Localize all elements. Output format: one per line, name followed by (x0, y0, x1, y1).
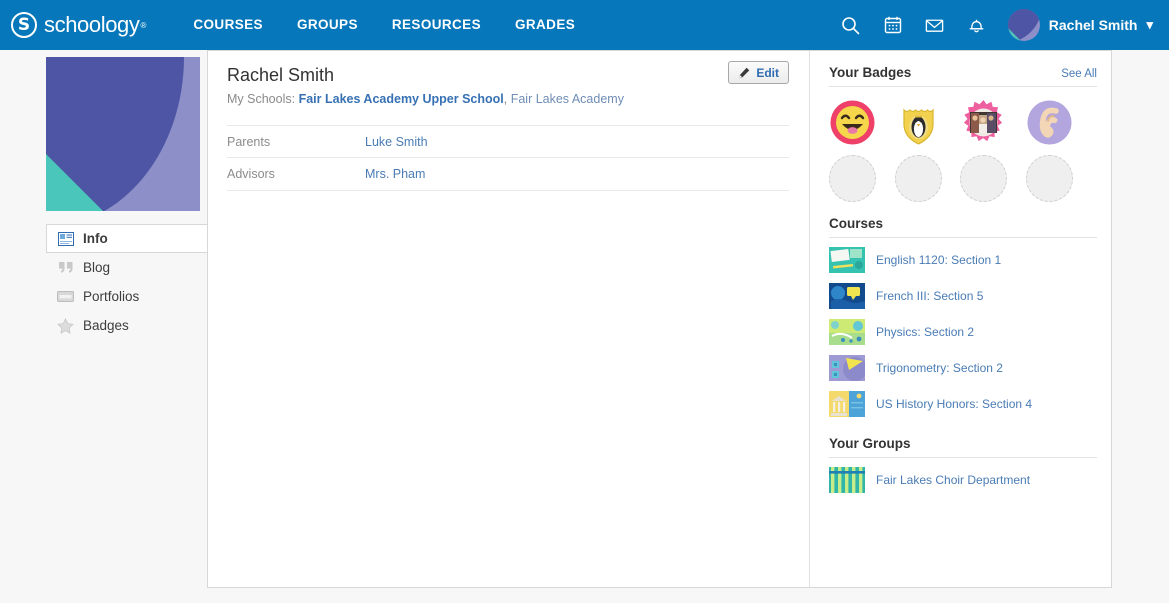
course-thumbnail-icon (829, 319, 865, 345)
list-item[interactable]: Fair Lakes Choir Department (829, 462, 1097, 498)
top-bar-actions: Rachel Smith ▾ (830, 0, 1161, 50)
badges-title: Your Badges (829, 65, 912, 80)
groups-header: Your Groups (829, 436, 1097, 458)
school-link-primary[interactable]: Fair Lakes Academy Upper School (299, 92, 504, 106)
sidebar-item-label: Info (83, 230, 108, 246)
search-icon[interactable] (830, 0, 872, 50)
group-photo-starburst-badge[interactable] (960, 99, 1007, 146)
chevron-down-icon: ▾ (1146, 17, 1153, 32)
courses-header: Courses (829, 216, 1097, 238)
school-link-secondary[interactable]: Fair Lakes Academy (511, 92, 624, 106)
my-schools-label: My Schools: (227, 92, 296, 106)
left-sidebar: Info Blog Portfolios Badges (0, 50, 208, 603)
course-thumbnail-icon (829, 391, 865, 417)
nav-grades[interactable]: GRADES (498, 0, 592, 50)
sidebar-item-label: Badges (83, 317, 129, 333)
logo-s-mark: S (11, 12, 37, 38)
info-card-icon (57, 230, 74, 247)
nav-resources[interactable]: RESOURCES (375, 0, 498, 50)
star-icon (57, 317, 74, 334)
avatar (1007, 9, 1040, 41)
sidebar-item-label: Blog (83, 259, 111, 275)
profile-header: Rachel Smith My Schools: Fair Lakes Acad… (208, 51, 809, 106)
course-thumbnail-icon (829, 283, 865, 309)
field-value: Luke Smith (365, 133, 428, 151)
sidebar-item-badges[interactable]: Badges (46, 311, 207, 340)
parent-link[interactable]: Luke Smith (365, 135, 428, 149)
primary-nav: COURSES GROUPS RESOURCES GRADES (176, 0, 592, 50)
course-link: French III: Section 5 (876, 289, 984, 303)
empty-badge-slot (829, 155, 876, 202)
courses-section: Courses English 1120: Section 1 French I… (829, 216, 1097, 422)
nav-courses[interactable]: COURSES (176, 0, 280, 50)
quote-icon (57, 259, 74, 276)
field-label: Advisors (227, 167, 275, 181)
trademark-mark: ® (140, 20, 147, 30)
list-item[interactable]: US History Honors: Section 4 (829, 386, 1097, 422)
list-item[interactable]: English 1120: Section 1 (829, 242, 1097, 278)
edit-button[interactable]: Edit (728, 61, 789, 84)
courses-list: English 1120: Section 1 French III: Sect… (829, 242, 1097, 422)
badges-section: Your Badges See All (829, 65, 1097, 202)
logo-wordmark: schoology (44, 12, 140, 37)
badges-grid (829, 99, 1097, 202)
group-link: Fair Lakes Choir Department (876, 473, 1031, 487)
page-body: Info Blog Portfolios Badges Rachel Smith… (0, 50, 1169, 603)
calendar-icon[interactable] (872, 0, 914, 50)
school-separator: , (503, 92, 511, 106)
course-thumbnail-icon (829, 247, 865, 273)
course-link: Physics: Section 2 (876, 325, 975, 339)
penguin-shield-badge[interactable] (895, 99, 942, 146)
ear-badge[interactable] (1026, 99, 1073, 146)
table-row: Parents Luke Smith (227, 125, 789, 158)
profile-nav-list: Info Blog Portfolios Badges (0, 224, 208, 340)
smiley-face-badge[interactable] (829, 99, 876, 146)
list-item[interactable]: French III: Section 5 (829, 278, 1097, 314)
sidebar-item-label: Portfolios (83, 288, 140, 304)
course-link: English 1120: Section 1 (876, 253, 1002, 267)
mail-icon[interactable] (914, 0, 956, 50)
table-row: Advisors Mrs. Pham (227, 158, 789, 191)
content-panel: Rachel Smith My Schools: Fair Lakes Acad… (207, 50, 1112, 588)
user-name-label: Rachel Smith (1048, 17, 1138, 33)
sidebar-item-info[interactable]: Info (46, 224, 208, 253)
field-value: Mrs. Pham (365, 165, 425, 183)
my-schools-line: My Schools: Fair Lakes Academy Upper Sch… (227, 92, 789, 106)
course-link: Trigonometry: Section 2 (876, 361, 1003, 375)
edit-button-label: Edit (756, 65, 779, 80)
group-thumbnail-icon (829, 467, 865, 493)
top-navigation-bar: S schoology ® COURSES GROUPS RESOURCES G… (0, 0, 1169, 50)
portfolio-box-icon (57, 288, 74, 305)
course-link: US History Honors: Section 4 (876, 397, 1033, 411)
pencil-icon (738, 67, 750, 79)
course-thumbnail-icon (829, 355, 865, 381)
profile-main-column: Rachel Smith My Schools: Fair Lakes Acad… (208, 51, 809, 587)
page-title: Rachel Smith (227, 65, 335, 85)
empty-badge-slot (894, 155, 942, 202)
groups-section: Your Groups Fair Lakes Choir Department (829, 436, 1097, 498)
field-label: Parents (227, 134, 271, 149)
advisor-link[interactable]: Mrs. Pham (365, 167, 425, 181)
notifications-bell-icon[interactable] (956, 0, 998, 50)
empty-badge-slot (960, 155, 1007, 202)
groups-title: Your Groups (829, 436, 911, 451)
profile-picture[interactable] (46, 57, 200, 211)
profile-info-table: Parents Luke Smith Advisors Mrs. Pham (227, 125, 789, 191)
see-all-badges-link[interactable]: See All (1061, 68, 1097, 80)
groups-list: Fair Lakes Choir Department (829, 462, 1097, 498)
list-item[interactable]: Physics: Section 2 (829, 314, 1097, 350)
list-item[interactable]: Trigonometry: Section 2 (829, 350, 1097, 386)
sidebar-item-blog[interactable]: Blog (46, 253, 207, 282)
schoology-logo[interactable]: S schoology ® (11, 12, 146, 38)
right-sidebar: Your Badges See All Courses English 1120… (809, 51, 1111, 587)
sidebar-item-portfolios[interactable]: Portfolios (46, 282, 207, 311)
nav-groups[interactable]: GROUPS (280, 0, 375, 50)
courses-title: Courses (829, 216, 884, 231)
badges-header: Your Badges See All (829, 65, 1097, 87)
empty-badge-slot (1025, 155, 1073, 202)
user-menu[interactable]: Rachel Smith ▾ (998, 0, 1161, 50)
